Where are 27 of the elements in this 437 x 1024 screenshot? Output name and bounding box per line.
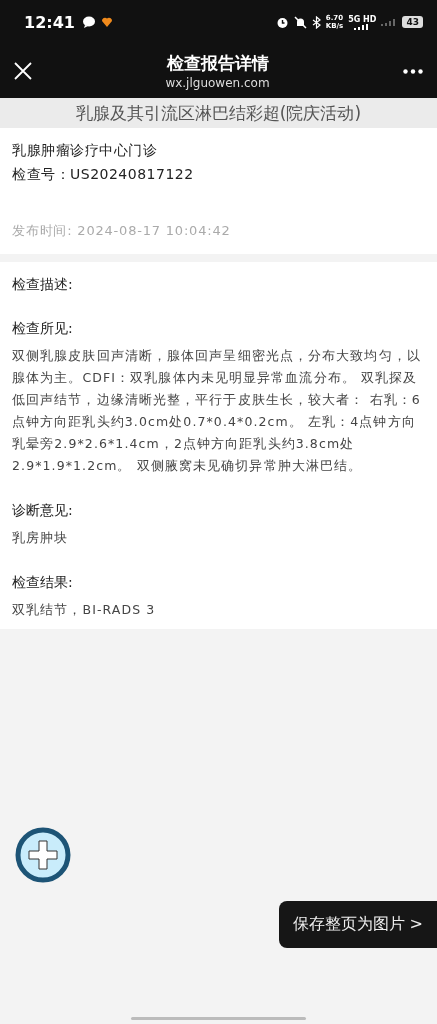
add-button[interactable] xyxy=(15,827,71,883)
page-title: 检查报告详情 xyxy=(166,52,269,75)
section-heading: 检查所见: xyxy=(12,319,74,338)
bluetooth-icon xyxy=(311,15,321,29)
close-icon[interactable] xyxy=(14,62,32,80)
signal-icon xyxy=(354,23,371,30)
report-title: 乳腺及其引流区淋巴结彩超(院庆活动) xyxy=(0,98,437,128)
signal-weak-icon xyxy=(381,18,398,26)
section-heading: 检查结果: xyxy=(12,573,74,592)
section-heading: 检查描述: xyxy=(12,275,74,294)
section-text: 乳房肿块 xyxy=(12,529,70,547)
chat-bubble-icon xyxy=(81,16,96,28)
save-page-as-image-button[interactable]: 保存整页为图片 > xyxy=(278,901,437,948)
battery-level: 43 xyxy=(402,16,423,28)
network-type: 5G HD xyxy=(348,14,377,24)
more-icon[interactable] xyxy=(403,68,423,74)
section-heading: 诊断意见: xyxy=(12,501,74,520)
exam-number: 检查号：US20240817122 xyxy=(12,165,195,184)
department: 乳腺肿瘤诊疗中心门诊 xyxy=(12,141,158,160)
publish-time: 发布时间: 2024-08-17 10:04:42 xyxy=(12,222,232,240)
page-domain: wx.jlguowen.com xyxy=(165,75,270,91)
status-time: 12:41 xyxy=(24,12,75,32)
section-text: 双侧乳腺皮肤回声清断，腺体回声呈细密光点，分布大致均匀，以腺体为主。CDFI：双乳腺体内未见明显异常血流分布。 双乳探及低回声结节，边缘清晰光整，平行于皮肤生长，较大者： 右乳：6点钟方向距乳头约3.0cm处0.7*0.4*0.2cm。 左乳：4点钟方向乳晕旁2.9*2.6*1.4cm，2点钟方向距乳头约3.8cm处2.9*1.9*1.2cm。 双侧腋窝未见确切异常肿大淋巴结。 xyxy=(12,347,422,475)
section-text: 双乳结节，BI-RADS 3 xyxy=(12,601,157,619)
bell-muted-icon xyxy=(293,15,307,29)
alarm-icon xyxy=(275,15,289,29)
heart-icon xyxy=(100,16,113,28)
